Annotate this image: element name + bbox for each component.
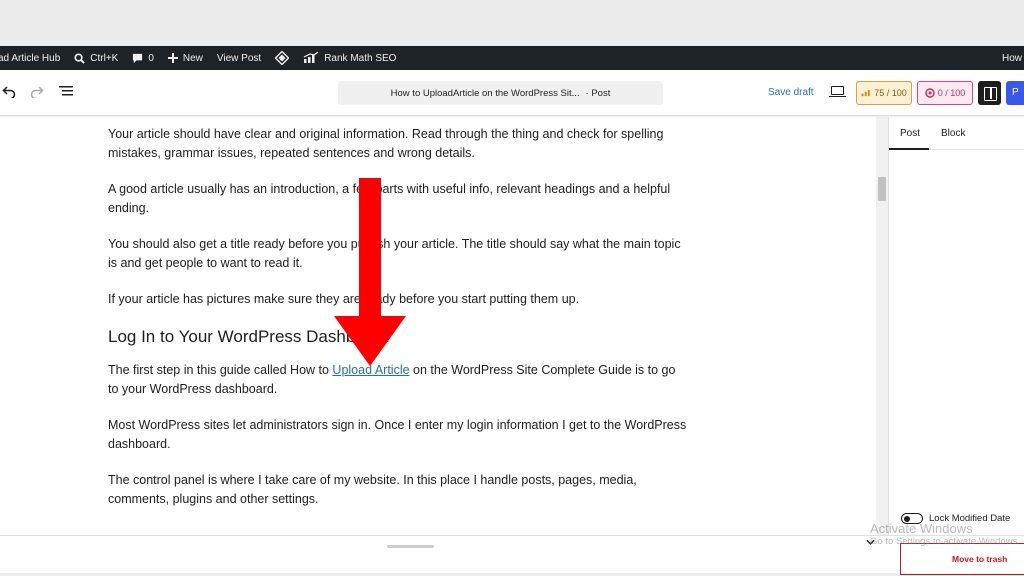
watermark-title: Activate Windows — [870, 521, 973, 536]
seo-score-button[interactable]: 75 / 100 — [856, 81, 912, 105]
comments-count: 0 — [148, 52, 154, 64]
paragraph[interactable]: Your article should have clear and origi… — [108, 125, 688, 163]
comment-icon — [133, 53, 143, 63]
diamond-icon — [275, 51, 290, 65]
admin-bar-account[interactable]: How — [1002, 46, 1022, 70]
preview-icon[interactable] — [829, 86, 846, 97]
link-paragraph-before: The first step in this guide called How … — [108, 363, 333, 377]
admin-bar: ad Article Hub Ctrl+K 0 New View Post Ra… — [0, 46, 1024, 70]
paragraph[interactable]: Most WordPress sites let administrators … — [108, 416, 688, 454]
move-to-trash-label: Move to trash — [952, 554, 1008, 564]
admin-bar-search[interactable]: Ctrl+K — [74, 53, 118, 64]
watermark-subtitle: Go to Settings to activate Windows. — [870, 536, 1020, 547]
document-type: · Post — [585, 87, 611, 99]
active-tab-indicator — [889, 148, 929, 150]
settings-panel-icon[interactable] — [978, 81, 1001, 105]
tab-post[interactable]: Post — [900, 128, 920, 139]
list-view-icon[interactable] — [58, 84, 74, 98]
editor-canvas[interactable]: Your article should have clear and origi… — [0, 117, 876, 535]
site-name-label: ad Article Hub — [0, 52, 61, 64]
redo-icon[interactable] — [30, 84, 44, 98]
admin-bar-new[interactable]: New — [167, 52, 203, 64]
plus-icon — [167, 53, 178, 63]
resize-handle[interactable] — [387, 545, 434, 548]
admin-bar-rank-math[interactable]: Rank Math SEO — [303, 52, 396, 64]
document-title-bar[interactable]: How to UploadArticle on the WordPress Si… — [338, 81, 663, 105]
editor-toolbar: How to UploadArticle on the WordPress Si… — [0, 70, 1024, 116]
rank-math-label: Rank Math SEO — [324, 52, 397, 64]
search-icon — [74, 52, 85, 64]
new-label: New — [182, 52, 203, 64]
canvas-scrollbar[interactable] — [876, 117, 888, 535]
admin-bar-view-post[interactable]: View Post — [217, 53, 261, 64]
admin-bar-diamond[interactable] — [275, 51, 290, 65]
undo-icon[interactable] — [2, 84, 16, 98]
paragraph-with-link[interactable]: The first step in this guide called How … — [108, 361, 688, 399]
sidebar-tabs: Post Block — [889, 117, 1024, 150]
view-post-label: View Post — [216, 52, 262, 64]
account-label: How — [1001, 52, 1022, 64]
settings-sidebar: Post Block Lock Modified Date — [888, 117, 1024, 535]
rank-math-icon — [861, 89, 870, 97]
save-draft-button[interactable]: Save draft — [768, 87, 814, 98]
readability-icon — [924, 88, 935, 98]
activate-windows-watermark: Activate Windows Go to Settings to activ… — [870, 521, 1020, 548]
rank-math-icon — [303, 52, 319, 63]
admin-bar-site-name[interactable]: ad Article Hub — [0, 53, 60, 64]
search-shortcut-label: Ctrl+K — [90, 52, 119, 64]
document-title: How to UploadArticle on the WordPress Si… — [390, 87, 580, 99]
red-arrow-annotation — [334, 178, 406, 366]
paragraph[interactable]: The control panel is where I take care o… — [108, 471, 688, 509]
publish-button[interactable]: P — [1006, 81, 1024, 105]
readability-score-button[interactable]: 0 / 100 — [917, 81, 973, 105]
tab-block[interactable]: Block — [941, 128, 965, 139]
seo-score: 75 / 100 — [874, 88, 907, 98]
scrollbar-thumb[interactable] — [878, 177, 886, 201]
readability-score: 0 / 100 — [937, 88, 966, 98]
admin-bar-comments[interactable]: 0 — [132, 53, 154, 64]
